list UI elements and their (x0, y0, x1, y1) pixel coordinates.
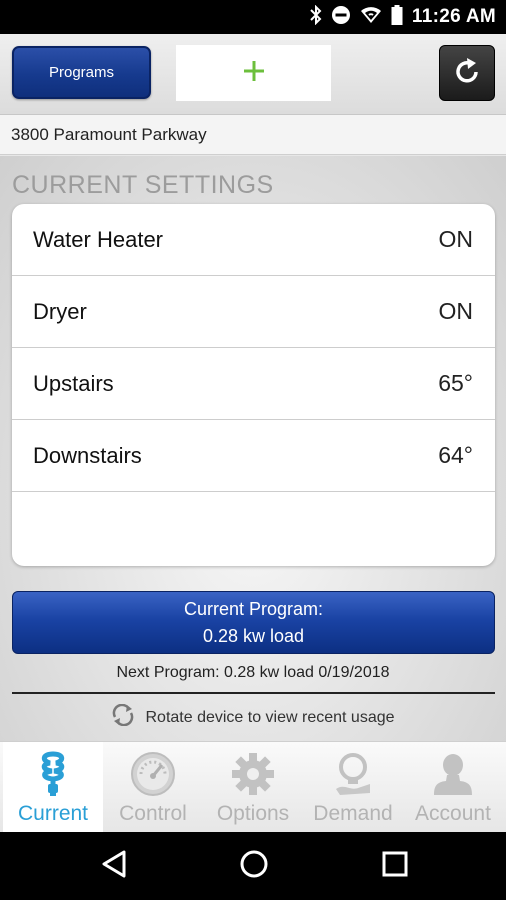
user-icon (430, 751, 476, 802)
tab-current[interactable]: Current (3, 742, 103, 833)
current-program-value: 0.28 kw load (202, 626, 305, 646)
setting-value: 64° (438, 442, 473, 468)
tab-options[interactable]: Options (203, 742, 303, 833)
tab-account[interactable]: Account (403, 742, 503, 833)
tab-control[interactable]: Control (103, 742, 203, 833)
wifi-icon (360, 6, 382, 29)
back-icon[interactable] (100, 849, 128, 884)
status-bar: 11:26 AM (0, 0, 506, 34)
do-not-disturb-icon (331, 5, 351, 30)
current-program-banner: Current Program: 0.28 kw load (12, 591, 495, 654)
rotate-hint: Rotate device to view recent usage (0, 703, 506, 731)
plus-icon (243, 60, 265, 87)
bottom-nav: Current Control Options Demand Account (0, 741, 506, 833)
setting-row-dryer: Dryer ON (12, 276, 495, 348)
setting-value: 65° (438, 370, 473, 396)
setting-row-downstairs: Downstairs 64° (12, 420, 495, 492)
rotate-hint-label: Rotate device to view recent usage (145, 708, 395, 726)
next-program-text: Next Program: 0.28 kw load 0/19/2018 (116, 664, 390, 681)
setting-name: Dryer (33, 299, 87, 324)
battery-icon (391, 4, 403, 30)
section-title: CURRENT SETTINGS (12, 171, 274, 199)
setting-name: Water Heater (33, 227, 164, 252)
location-address: 3800 Paramount Parkway (0, 115, 506, 155)
status-time: 11:26 AM (411, 6, 496, 27)
bluetooth-icon (310, 4, 322, 30)
tab-label: Options (216, 802, 290, 825)
add-button[interactable] (176, 45, 331, 101)
tab-label: Account (415, 802, 491, 825)
tab-demand[interactable]: Demand (303, 742, 403, 833)
refresh-button[interactable] (439, 45, 495, 101)
gauge-icon (130, 751, 176, 802)
setting-name: Upstairs (33, 371, 114, 396)
gear-icon (230, 751, 276, 802)
lightbulb-hand-icon (330, 751, 376, 802)
tab-label: Current (17, 802, 89, 825)
top-toolbar: Programs (0, 34, 506, 115)
refresh-icon (451, 55, 483, 92)
setting-value: ON (438, 226, 474, 252)
system-nav-bar (0, 832, 506, 900)
tab-label: Control (119, 802, 187, 825)
rotate-icon (111, 703, 135, 731)
tab-label: Demand (313, 802, 393, 825)
current-program-label: Current Program: (183, 599, 324, 619)
divider (12, 692, 495, 694)
setting-row-water-heater: Water Heater ON (12, 204, 495, 276)
recents-icon[interactable] (381, 849, 409, 884)
setting-row-upstairs: Upstairs 65° (12, 348, 495, 420)
setting-name: Downstairs (33, 443, 142, 468)
programs-button[interactable]: Programs (12, 46, 151, 99)
setting-value: ON (438, 298, 474, 324)
main-content: CURRENT SETTINGS Water Heater ON Dryer O… (0, 156, 506, 741)
home-icon[interactable] (239, 849, 269, 884)
lightbulb-icon (38, 751, 68, 802)
settings-card: Water Heater ON Dryer ON Upstairs 65° Do… (12, 204, 495, 566)
